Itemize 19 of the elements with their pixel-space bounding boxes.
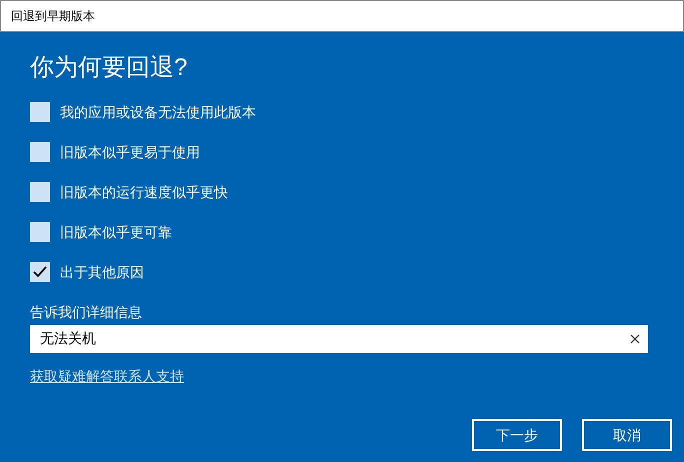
window-title: 回退到早期版本 [11, 8, 95, 25]
checkbox[interactable] [30, 102, 50, 122]
reason-label: 我的应用或设备无法使用此版本 [60, 102, 256, 122]
details-label: 告诉我们详细信息 [30, 303, 143, 322]
reason-label: 旧版本的运行速度似乎更快 [60, 182, 228, 202]
dialog-button[interactable]: 下一步 [472, 419, 562, 451]
checkbox[interactable] [30, 142, 50, 162]
clear-icon[interactable] [630, 334, 640, 344]
checkmark-icon [33, 266, 47, 278]
checkbox[interactable] [30, 182, 50, 202]
reason-label: 出于其他原因 [60, 262, 144, 282]
support-link[interactable]: 获取疑难解答联系人支持 [30, 366, 184, 387]
reason-label: 旧版本似乎更易于使用 [60, 142, 200, 162]
reason-label: 旧版本似乎更可靠 [60, 222, 172, 242]
dialog-heading: 你为何要回退? [30, 53, 188, 83]
details-field[interactable]: 无法关机 [30, 325, 648, 353]
checkbox[interactable] [30, 262, 50, 282]
dialog-button[interactable]: 取消 [582, 419, 672, 451]
checkbox[interactable] [30, 222, 50, 242]
